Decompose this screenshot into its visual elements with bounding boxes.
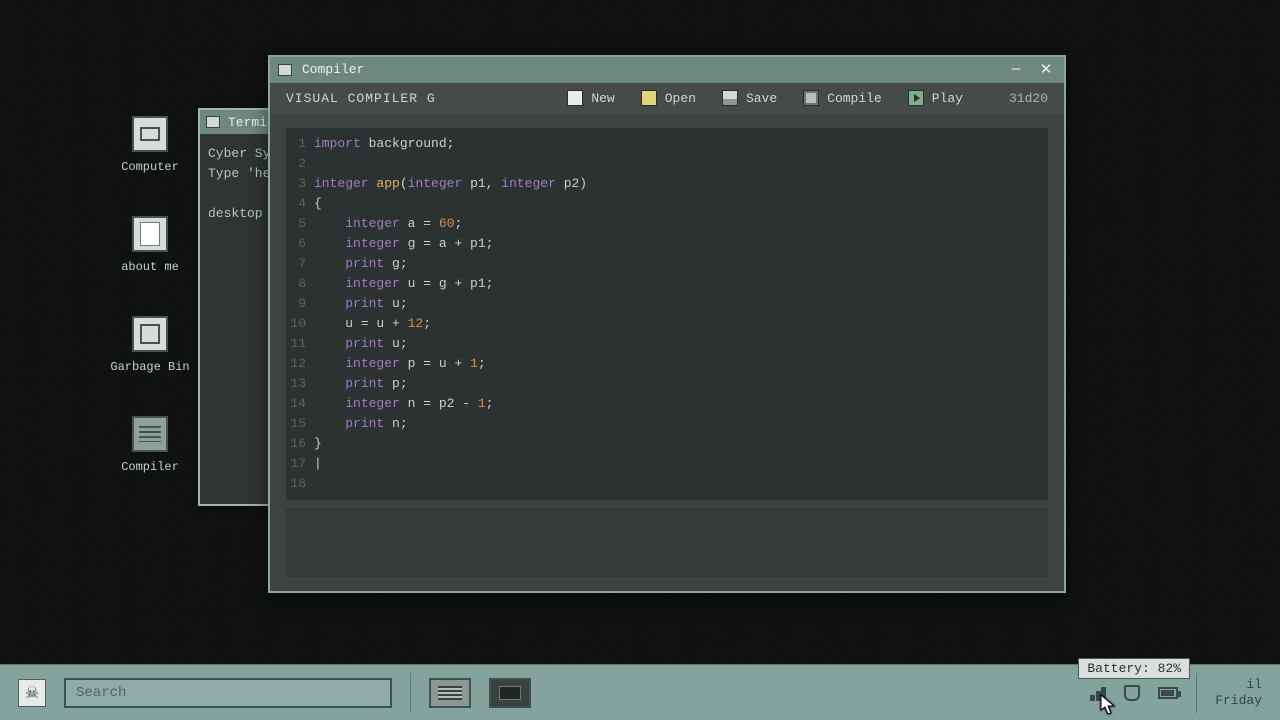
- new-button[interactable]: New: [567, 90, 614, 106]
- status-text: 31d20: [1009, 91, 1048, 106]
- compiler-icon: [132, 416, 168, 452]
- skull-icon: ☠: [25, 683, 39, 703]
- desktop-icon-label: Garbage Bin: [110, 360, 190, 374]
- compiler-toolbar: VISUAL COMPILER G New Open Save Compile …: [270, 83, 1064, 114]
- play-button[interactable]: Play: [908, 90, 963, 106]
- taskbar: ☠ Battery: 82% il Friday: [0, 664, 1280, 720]
- taskbar-app-compiler[interactable]: [429, 678, 471, 708]
- system-tray: Battery: 82% il Friday: [1090, 673, 1262, 713]
- play-icon: [908, 90, 924, 106]
- compiler-titlebar[interactable]: Compiler — ✕: [270, 57, 1064, 83]
- desktop-icon-label: Computer: [110, 160, 190, 174]
- window-icon: [206, 116, 220, 128]
- window-icon: [278, 64, 292, 76]
- code-area[interactable]: import background;integer app(integer p1…: [314, 134, 1048, 494]
- start-button[interactable]: ☠: [18, 679, 46, 707]
- terminal-title: Termi: [228, 115, 267, 130]
- taskbar-app-terminal[interactable]: [489, 678, 531, 708]
- folder-icon: [641, 90, 657, 106]
- computer-icon: [132, 116, 168, 152]
- desktop-icon-label: Compiler: [110, 460, 190, 474]
- new-file-icon: [567, 90, 583, 106]
- compile-icon: [803, 90, 819, 106]
- battery-tooltip: Battery: 82%: [1078, 658, 1190, 679]
- line-gutter: 123456789101112131415161718: [286, 134, 314, 494]
- open-button[interactable]: Open: [641, 90, 696, 106]
- close-button[interactable]: ✕: [1036, 60, 1056, 80]
- document-icon: [132, 216, 168, 252]
- output-console[interactable]: [286, 508, 1048, 577]
- battery-icon[interactable]: [1158, 687, 1178, 699]
- clock[interactable]: il Friday: [1215, 677, 1262, 709]
- separator: [410, 673, 411, 713]
- shield-icon[interactable]: [1124, 685, 1140, 701]
- trash-icon: [132, 316, 168, 352]
- minimize-button[interactable]: —: [1006, 60, 1026, 80]
- day-text: Friday: [1215, 693, 1262, 709]
- code-editor[interactable]: 123456789101112131415161718 import backg…: [286, 128, 1048, 500]
- compile-button[interactable]: Compile: [803, 90, 882, 106]
- save-button[interactable]: Save: [722, 90, 777, 106]
- window-title: Compiler: [302, 62, 364, 77]
- save-icon: [722, 90, 738, 106]
- app-name: VISUAL COMPILER G: [286, 91, 436, 106]
- desktop[interactable]: Computer about me Garbage Bin Compiler T…: [0, 0, 1280, 664]
- date-text: il: [1215, 677, 1262, 693]
- desktop-icon-label: about me: [110, 260, 190, 274]
- stats-icon[interactable]: [1090, 685, 1106, 701]
- desktop-icon-garbage[interactable]: Garbage Bin: [110, 316, 190, 374]
- compiler-window[interactable]: Compiler — ✕ VISUAL COMPILER G New Open …: [268, 55, 1066, 593]
- search-input[interactable]: [64, 678, 392, 708]
- separator: [1196, 673, 1197, 713]
- desktop-icon-computer[interactable]: Computer: [110, 116, 190, 174]
- desktop-icon-compiler[interactable]: Compiler: [110, 416, 190, 474]
- desktop-icon-about[interactable]: about me: [110, 216, 190, 274]
